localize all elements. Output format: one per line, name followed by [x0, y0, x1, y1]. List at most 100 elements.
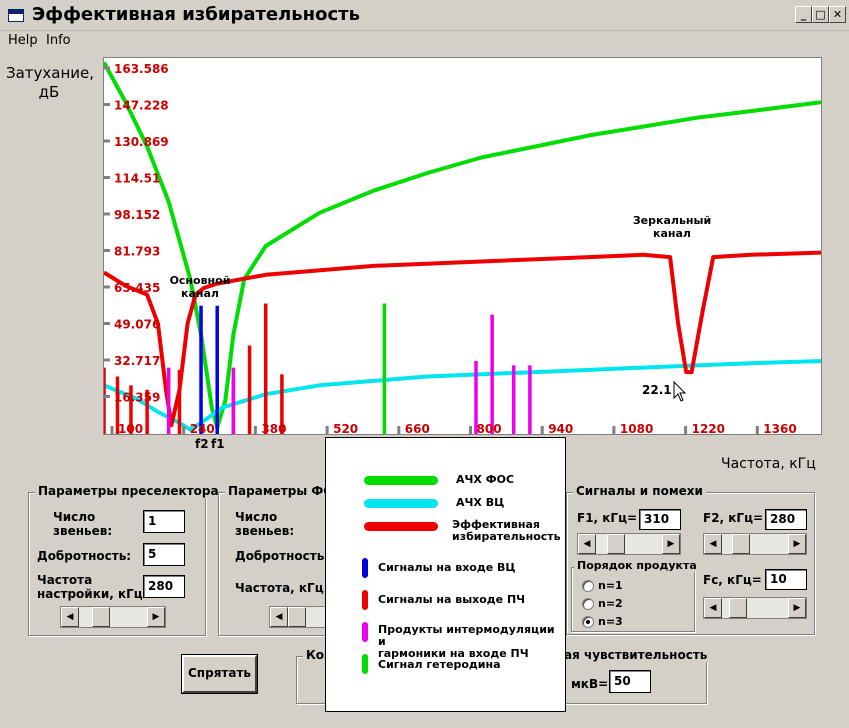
chart-legend-popup: АЧХ ФОС АЧХ ВЦ Эффективная избирательнос…: [325, 437, 566, 712]
preselector-slider-thumb[interactable]: [92, 607, 110, 627]
fsi-q-label: Добротность:: [235, 549, 330, 563]
product-order-group: Порядок продукта n=1 n=2 n=3: [571, 559, 700, 632]
scroll-left-arrow-icon[interactable]: ◀: [704, 534, 722, 554]
preselector-q-input[interactable]: 5: [143, 543, 185, 566]
legend-bar-output-signals: [362, 590, 368, 610]
fsi-stages-label: Число звеньев:: [235, 510, 295, 538]
preselector-group: Параметры преселектора Число звеньев: 1 …: [28, 484, 222, 636]
y-tick-label-5: 81.793: [114, 245, 160, 259]
legend-swatch-vc: [364, 499, 438, 508]
f1-marker-label: f1: [211, 437, 225, 451]
title-bar: Эффективная избирательность _ □ ✕: [0, 0, 849, 31]
selectivity-chart: 163.586 147.228 130.869 114.51 98.152 81.793 6…: [102, 57, 822, 436]
y-tick-label-9: 16.359: [114, 391, 160, 405]
y-tick-label-0: 163.586: [114, 62, 169, 76]
sensitivity-unit-label: мкВ=: [571, 677, 609, 691]
x-tick-label-2: 380: [261, 422, 286, 434]
preselector-stages-input[interactable]: 1: [143, 510, 185, 533]
menu-info[interactable]: Info: [46, 33, 71, 48]
y-tick-label-8: 32.717: [114, 354, 160, 368]
y-tick-label-6: 65.435: [114, 281, 160, 295]
window-title: Эффективная избирательность: [32, 4, 360, 25]
menu-bar: Help Info: [0, 31, 849, 51]
legend-bar-input-signals: [362, 558, 368, 578]
preselector-stages-label: Число звеньев:: [53, 510, 113, 538]
x-tick-label-6: 940: [548, 422, 573, 434]
f2-slider-thumb[interactable]: [732, 534, 750, 554]
f1-label: F1, кГц=: [577, 511, 638, 525]
close-button[interactable]: ✕: [829, 6, 846, 23]
fsi-freq-label: Частота, кГц:: [235, 581, 329, 595]
fc-slider[interactable]: ◀ ▶: [703, 597, 807, 619]
y-tick-label-2: 130.869: [114, 135, 169, 149]
legend-label-fos: АЧХ ФОС: [456, 473, 515, 486]
f2-marker-label: f2: [195, 437, 209, 451]
x-tick-label-8: 1220: [692, 422, 725, 434]
series-line-0: [102, 61, 822, 430]
order-n1-label[interactable]: n=1: [598, 579, 623, 593]
legend-label-eff: Эффективная избирательность: [452, 518, 561, 543]
legend-label-intermod: Продукты интермодуляции и гармоники на в…: [378, 623, 555, 660]
x-tick-label-0: 100: [118, 422, 143, 434]
x-tick-label-5: 800: [477, 422, 502, 434]
scroll-right-arrow-icon[interactable]: ▶: [147, 607, 165, 627]
sensitivity-group-title: ая чувствительность: [561, 648, 711, 662]
scroll-right-arrow-icon[interactable]: ▶: [788, 534, 806, 554]
y-tick-label-3: 114.51: [114, 172, 160, 186]
legend-swatch-eff: [364, 522, 438, 531]
legend-bar-intermod: [362, 622, 368, 642]
order-n1-radio[interactable]: [582, 580, 594, 592]
menu-help[interactable]: Help: [8, 33, 38, 48]
minimize-button[interactable]: _: [795, 6, 812, 23]
scroll-left-arrow-icon[interactable]: ◀: [270, 607, 288, 627]
order-n3-radio[interactable]: [582, 616, 594, 628]
legend-bar-lo: [362, 654, 368, 674]
preselector-freq-slider[interactable]: ◀ ▶: [60, 606, 166, 628]
legend-label-input-signals: Сигналы на входе ВЦ: [378, 561, 516, 574]
scroll-left-arrow-icon[interactable]: ◀: [578, 534, 596, 554]
legend-label-output-signals: Сигналы на выходе ПЧ: [378, 593, 526, 606]
fc-label: Fc, кГц=: [703, 573, 762, 587]
legend-swatch-fos: [364, 476, 438, 485]
mirror-channel-annotation: Зеркальный канал: [633, 214, 711, 240]
scroll-right-arrow-icon[interactable]: ▶: [662, 534, 680, 554]
scroll-right-arrow-icon[interactable]: ▶: [788, 598, 806, 618]
legend-label-lo: Сигнал гетеродина: [378, 658, 501, 671]
f2-input[interactable]: 280: [765, 509, 807, 530]
f2-slider[interactable]: ◀ ▶: [703, 533, 807, 555]
x-tick-label-4: 660: [405, 422, 430, 434]
x-tick-label-3: 520: [333, 422, 358, 434]
f1-slider[interactable]: ◀ ▶: [577, 533, 681, 555]
maximize-button[interactable]: □: [812, 6, 829, 23]
legend-label-vc: АЧХ ВЦ: [456, 496, 505, 509]
f1-slider-thumb[interactable]: [607, 534, 625, 554]
scroll-left-arrow-icon[interactable]: ◀: [704, 598, 722, 618]
order-n2-radio[interactable]: [582, 598, 594, 610]
scroll-left-arrow-icon[interactable]: ◀: [61, 607, 79, 627]
fc-slider-thumb[interactable]: [729, 598, 747, 618]
f1-input[interactable]: 310: [639, 509, 681, 530]
signals-group: Сигналы и помехи F1, кГц= 310 ◀ ▶ F2, кГ…: [566, 484, 815, 635]
order-n3-label[interactable]: n=3: [598, 615, 623, 629]
preselector-group-title: Параметры преселектора: [35, 484, 222, 498]
product-order-title: Порядок продукта: [574, 559, 700, 572]
x-tick-label-9: 1360: [763, 422, 796, 434]
y-tick-label-4: 98.152: [114, 208, 160, 222]
order-n2-label[interactable]: n=2: [598, 597, 623, 611]
preselector-q-label: Добротность:: [37, 549, 132, 563]
sensitivity-input[interactable]: 50: [609, 670, 651, 693]
app-window-icon[interactable]: [8, 9, 24, 22]
fc-input[interactable]: 10: [765, 569, 807, 590]
hide-button[interactable]: Спрятать: [181, 654, 258, 694]
y-tick-label-7: 49.076: [114, 318, 160, 332]
preselector-freq-label: Частота настройки, кГц:: [37, 573, 148, 601]
fsi-slider-thumb[interactable]: [288, 607, 306, 627]
main-channel-annotation: Основной канал: [170, 274, 231, 300]
preselector-freq-input[interactable]: 280: [143, 575, 185, 598]
y-axis-label: Затухание, дБ: [6, 64, 95, 101]
mouse-cursor-icon: [673, 381, 687, 402]
y-tick-label-1: 147.228: [114, 99, 169, 113]
x-tick-label-1: 240: [190, 422, 215, 434]
chart-canvas: 163.586 147.228 130.869 114.51 98.152 81.793 6…: [102, 61, 822, 436]
min-value-annotation: 22.1: [642, 383, 672, 397]
